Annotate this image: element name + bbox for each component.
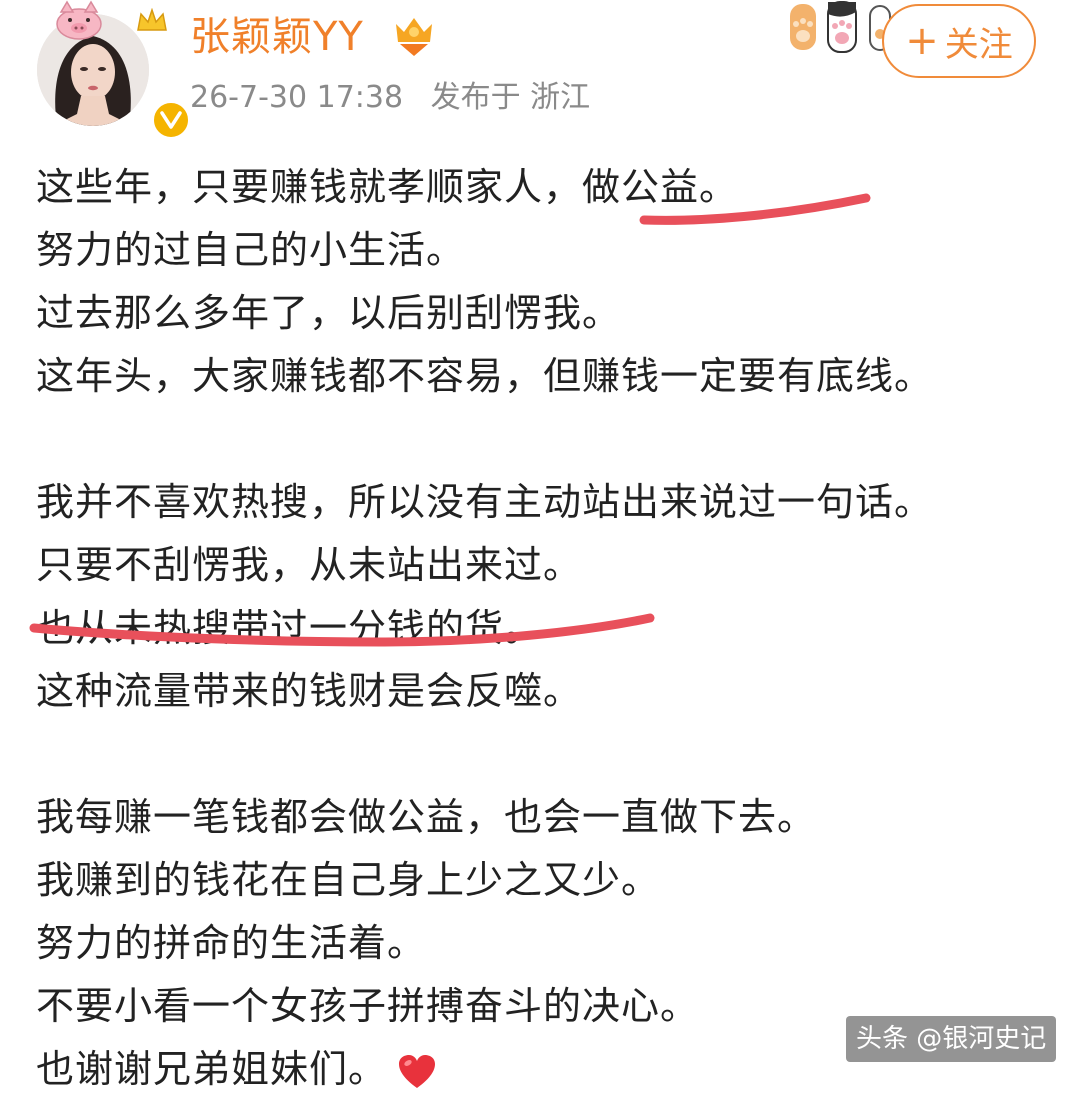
verified-icon [151,100,191,140]
plus-icon: + [905,18,939,64]
avatar[interactable] [37,0,191,140]
post-location: 发布于 浙江 [430,80,591,115]
post-line: 努力的拼命的生活着。 [36,921,427,965]
post-line: 努力的过自己的小生活。 [36,228,466,272]
paw-sticker-icon [790,1,891,53]
crown-sticker-icon [137,8,167,31]
post-timestamp: 26-7-30 17:38 [190,80,404,115]
post-line: 我赚到的钱花在自己身上少之又少。 [36,858,661,902]
post-line: 我每赚一笔钱都会做公益，也会一直做下去。 [36,795,817,839]
post-line-text: 也谢谢兄弟姐妹们。 [36,1047,388,1091]
vip-badge-icon [396,18,432,56]
post-meta: 26-7-30 17:38 发布于 浙江 [190,78,590,118]
pig-sticker-icon [56,0,102,40]
username[interactable]: 张颖颖YY [190,12,364,62]
post-line: 这些年，只要赚钱就孝顺家人，做公益。 [36,165,739,209]
post-line: 也从未热搜带过一分钱的货。 [36,606,544,650]
post-line: 这年头，大家赚钱都不容易，但赚钱一定要有底线。 [36,354,934,398]
watermark: 头条 @银河史记 [846,1016,1057,1062]
post-line: 我并不喜欢热搜，所以没有主动站出来说过一句话。 [36,480,934,524]
follow-label: 关注 [944,24,1013,65]
post-line: 这种流量带来的钱财是会反噬。 [36,669,583,713]
post-body: 这些年，只要赚钱就孝顺家人，做公益。 努力的过自己的小生活。 过去那么多年了，以… [36,156,1056,1101]
post-line: 过去那么多年了，以后别刮愣我。 [36,291,622,335]
post-line: 只要不刮愣我，从未站出来过。 [36,543,583,587]
heart-icon [399,1054,436,1088]
follow-button[interactable]: + 关注 [882,4,1036,78]
